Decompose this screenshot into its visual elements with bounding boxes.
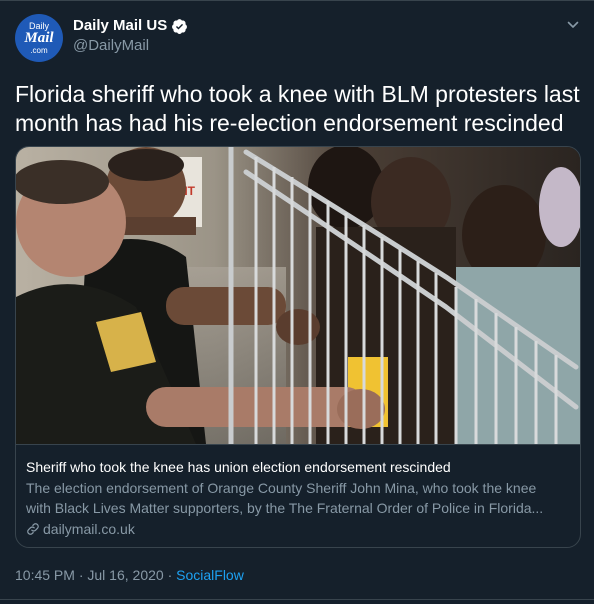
avatar-logo-line-3: .com	[30, 46, 48, 55]
chevron-down-icon	[567, 21, 579, 28]
handle[interactable]: @DailyMail	[73, 37, 149, 55]
link-icon	[27, 523, 39, 535]
avatar[interactable]: Daily Mail .com	[15, 14, 63, 62]
card-photo[interactable]: NT	[16, 147, 581, 444]
tweet-source-link[interactable]: SocialFlow	[176, 567, 244, 583]
tweet[interactable]: Daily Mail .com Daily Mail US @DailyMail…	[0, 0, 594, 604]
meta-separator: ·	[163, 567, 177, 583]
tweet-metadata: 10:45 PM · Jul 16, 2020 · SocialFlow	[15, 566, 244, 584]
card-title[interactable]: Sheriff who took the knee has union elec…	[26, 458, 572, 477]
tweet-time[interactable]: 10:45 PM	[15, 567, 75, 583]
card-domain-text: dailymail.co.uk	[43, 521, 135, 537]
meta-separator: ·	[74, 567, 88, 583]
card-divider	[16, 444, 580, 445]
divider	[0, 0, 594, 1]
card-description-line: with Black Lives Matter supporters, by t…	[26, 500, 544, 516]
verified-badge-icon	[172, 18, 188, 34]
display-name[interactable]: Daily Mail US	[73, 16, 167, 36]
avatar-logo-line-2: Mail	[24, 30, 54, 46]
divider	[0, 599, 594, 600]
card-description-line: The election endorsement of Orange Count…	[26, 480, 537, 496]
link-preview-card[interactable]: NT Sheriff who took the knee has union e…	[15, 146, 581, 548]
tweet-text: Florida sheriff who took a knee with BLM…	[15, 81, 580, 136]
card-domain[interactable]: dailymail.co.uk	[26, 520, 135, 538]
tweet-date[interactable]: Jul 16, 2020	[87, 567, 163, 583]
card-description: The election endorsement of Orange Count…	[26, 478, 574, 518]
more-options-button[interactable]	[562, 14, 584, 36]
author-name-row[interactable]: Daily Mail US	[73, 16, 188, 36]
